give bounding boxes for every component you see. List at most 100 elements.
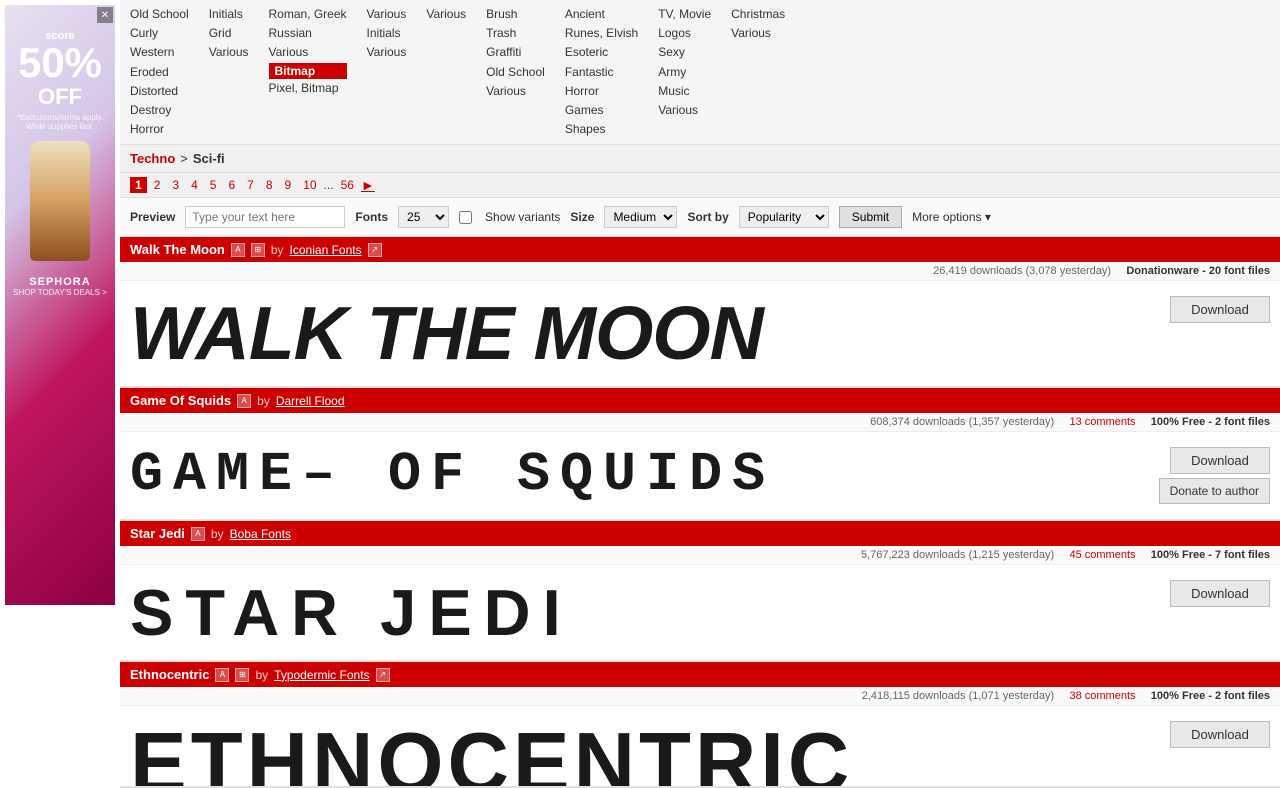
nav-item-graffiti[interactable]: Graffiti	[486, 43, 545, 62]
nav-item-various-1[interactable]: Various	[209, 43, 249, 62]
nav-col-1: Old School Curly Western Eroded Distorte…	[130, 5, 189, 139]
preview-input[interactable]	[185, 206, 345, 228]
ad-box[interactable]: ✕ score 50% OFF *Exclusions/terms apply.…	[5, 5, 115, 605]
nav-item-eroded[interactable]: Eroded	[130, 63, 189, 82]
nav-item-pixel-bitmap[interactable]: Pixel, Bitmap	[269, 79, 347, 98]
sort-select[interactable]: Popularity Name Date Downloads	[739, 206, 829, 228]
nav-item-initials[interactable]: Initials	[209, 5, 249, 24]
main-content: Old School Curly Western Eroded Distorte…	[120, 0, 1280, 788]
page-7[interactable]: 7	[242, 177, 259, 193]
font-author-walk-the-moon[interactable]: Iconian Fonts	[290, 243, 362, 257]
page-total[interactable]: 56	[336, 177, 359, 193]
nav-item-ancient[interactable]: Ancient	[565, 5, 638, 24]
nav-item-grid[interactable]: Grid	[209, 24, 249, 43]
page-10[interactable]: 10	[298, 177, 321, 193]
show-variants-label: Show variants	[485, 210, 560, 224]
font-author-game-of-squids[interactable]: Darrell Flood	[276, 394, 345, 408]
ad-off-text: OFF	[38, 84, 82, 110]
font-name-walk-the-moon[interactable]: Walk The Moon	[130, 242, 225, 257]
page-5[interactable]: 5	[205, 177, 222, 193]
nav-col-2: Initials Grid Various	[209, 5, 249, 139]
nav-item-russian[interactable]: Russian	[269, 24, 347, 43]
page-3[interactable]: 3	[167, 177, 184, 193]
nav-item-shapes[interactable]: Shapes	[565, 120, 638, 139]
nav-item-various-5[interactable]: Various	[426, 5, 466, 24]
nav-item-music[interactable]: Music	[658, 82, 711, 101]
font-entry-ethnocentric: Ethnocentric A ⊞ by Typodermic Fonts ↗ 2…	[120, 662, 1280, 788]
nav-item-distorted[interactable]: Distorted	[130, 82, 189, 101]
nav-item-army[interactable]: Army	[658, 63, 711, 82]
nav-item-fantastic[interactable]: Fantastic	[565, 63, 638, 82]
ad-shop-link[interactable]: SHOP TODAY'S DEALS >	[13, 288, 107, 297]
nav-item-trash[interactable]: Trash	[486, 24, 545, 43]
breadcrumb-separator: >	[180, 151, 188, 166]
show-variants-checkbox[interactable]	[459, 211, 472, 224]
font-comments-4[interactable]: 38 comments	[1069, 690, 1135, 702]
nav-item-tv-movie[interactable]: TV, Movie	[658, 5, 711, 24]
nav-col-8: TV, Movie Logos Sexy Army Music Various	[658, 5, 711, 139]
font-external-link-1[interactable]: ↗	[368, 243, 382, 257]
nav-item-logos[interactable]: Logos	[658, 24, 711, 43]
font-comments-2[interactable]: 13 comments	[1069, 416, 1135, 428]
font-name-ethnocentric[interactable]: Ethnocentric	[130, 667, 209, 682]
font-entry-game-of-squids: Game Of Squids A by Darrell Flood 608,37…	[120, 388, 1280, 521]
font-by-1: by	[271, 243, 284, 257]
nav-item-roman-greek[interactable]: Roman, Greek	[269, 5, 347, 24]
font-preview-area-4: ETHNOCENTRIC Download	[120, 706, 1280, 786]
ad-disclaimer-text: *Exclusions/terms apply. While supplies …	[10, 113, 110, 131]
font-name-star-jedi[interactable]: Star Jedi	[130, 526, 185, 541]
nav-item-various-2[interactable]: Various	[269, 43, 347, 62]
download-button-1[interactable]: Download	[1170, 296, 1270, 323]
nav-item-sexy[interactable]: Sexy	[658, 43, 711, 62]
nav-item-esoteric[interactable]: Esoteric	[565, 43, 638, 62]
download-button-3[interactable]: Download	[1170, 580, 1270, 607]
nav-item-old-school[interactable]: Old School	[130, 5, 189, 24]
nav-item-old-school-2[interactable]: Old School	[486, 63, 545, 82]
page-4[interactable]: 4	[186, 177, 203, 193]
font-icon-2a: A	[237, 394, 251, 408]
font-meta-2: 608,374 downloads (1,357 yesterday) 13 c…	[120, 413, 1280, 432]
font-license-2: 100% Free - 2 font files	[1151, 416, 1270, 428]
nav-item-brush[interactable]: Brush	[486, 5, 545, 24]
page-8[interactable]: 8	[261, 177, 278, 193]
submit-button[interactable]: Submit	[839, 206, 902, 228]
ad-close-button[interactable]: ✕	[97, 7, 113, 23]
breadcrumb-parent[interactable]: Techno	[130, 151, 175, 166]
nav-item-various-8[interactable]: Various	[731, 24, 785, 43]
nav-item-western[interactable]: Western	[130, 43, 189, 62]
sort-label: Sort by	[687, 210, 728, 224]
nav-item-curly[interactable]: Curly	[130, 24, 189, 43]
nav-item-initials-2[interactable]: Initials	[367, 24, 407, 43]
size-select[interactable]: Medium Small Large X-Large	[604, 206, 677, 228]
more-options-link[interactable]: More options ▾	[912, 210, 991, 224]
nav-item-various-6[interactable]: Various	[486, 82, 545, 101]
nav-item-games[interactable]: Games	[565, 101, 638, 120]
top-nav: Old School Curly Western Eroded Distorte…	[120, 0, 1280, 145]
download-button-4[interactable]: Download	[1170, 721, 1270, 748]
font-name-game-of-squids[interactable]: Game Of Squids	[130, 393, 231, 408]
nav-item-destroy[interactable]: Destroy	[130, 101, 189, 120]
page-1[interactable]: 1	[130, 177, 147, 193]
font-author-ethnocentric[interactable]: Typodermic Fonts	[274, 668, 369, 682]
nav-item-various-4[interactable]: Various	[367, 43, 407, 62]
page-6[interactable]: 6	[223, 177, 240, 193]
donate-button-2[interactable]: Donate to author	[1159, 478, 1270, 504]
game-squids-display: GAME– OF SQUIDS	[130, 447, 1159, 502]
font-meta-1: 26,419 downloads (3,078 yesterday) Donat…	[120, 262, 1280, 281]
fonts-select[interactable]: 25 10 50 100	[398, 206, 449, 228]
nav-item-various-3[interactable]: Various	[367, 5, 407, 24]
nav-item-horror-2[interactable]: Horror	[565, 82, 638, 101]
font-external-link-4[interactable]: ↗	[376, 668, 390, 682]
nav-item-bitmap-active[interactable]: Bitmap	[269, 63, 347, 79]
font-comments-3[interactable]: 45 comments	[1069, 549, 1135, 561]
nav-item-various-7[interactable]: Various	[658, 101, 711, 120]
pagination-next[interactable]: ►	[361, 177, 375, 193]
download-button-2[interactable]: Download	[1170, 447, 1270, 474]
font-preview-text-3: STAR JEDI	[130, 580, 1170, 645]
nav-item-christmas[interactable]: Christmas	[731, 5, 785, 24]
page-9[interactable]: 9	[280, 177, 297, 193]
page-2[interactable]: 2	[149, 177, 166, 193]
font-author-star-jedi[interactable]: Boba Fonts	[230, 527, 291, 541]
nav-item-runes-elvish[interactable]: Runes, Elvish	[565, 24, 638, 43]
nav-item-horror[interactable]: Horror	[130, 120, 189, 139]
